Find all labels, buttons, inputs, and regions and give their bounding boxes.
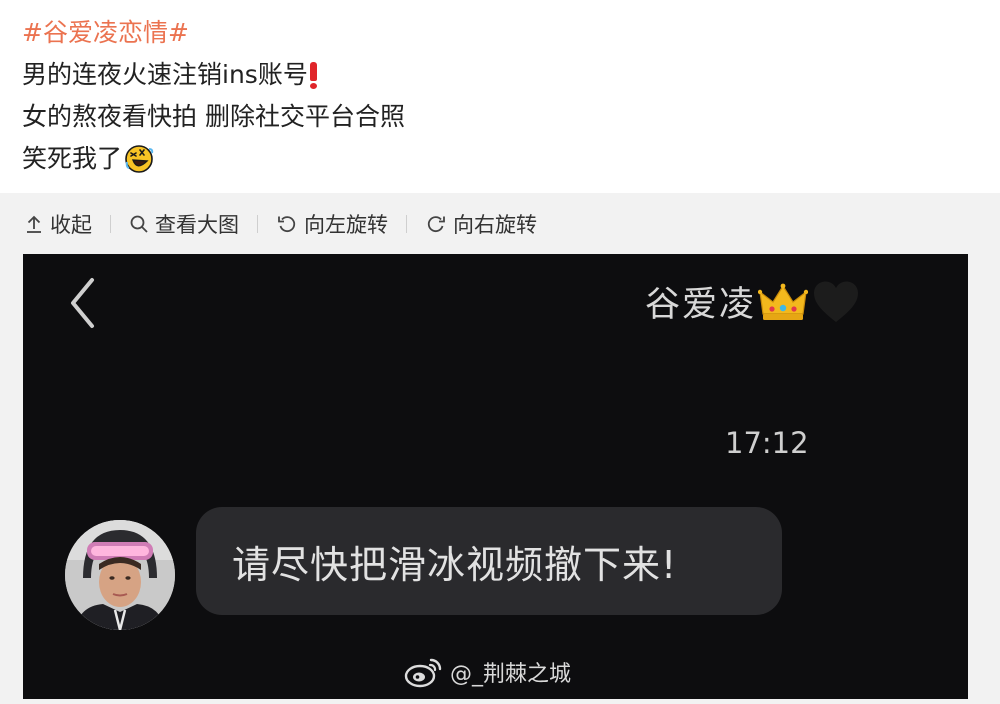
rotate-left-label: 向左旋转	[304, 213, 388, 237]
view-large-label: 查看大图	[155, 213, 239, 237]
collapse-label: 收起	[50, 213, 92, 237]
red-exclamation-icon	[309, 61, 317, 89]
collapse-button[interactable]: 收起	[24, 209, 92, 239]
toolbar-divider	[257, 215, 258, 233]
black-heart-icon	[814, 281, 859, 322]
toolbar-divider	[406, 215, 407, 233]
toolbar-divider	[110, 215, 111, 233]
message-bubble: 请尽快把滑冰视频撤下来!	[196, 507, 782, 615]
avatar	[65, 520, 175, 630]
rotate-left-icon	[278, 216, 296, 233]
post-line-3: 笑死我了	[22, 138, 405, 180]
message-text: 请尽快把滑冰视频撤下来!	[232, 542, 678, 587]
post-line-2: 女的熬夜看快拍 删除社交平台合照	[22, 96, 405, 138]
rotate-left-button[interactable]: 向左旋转	[276, 209, 388, 239]
weibo-logo-icon	[404, 658, 442, 688]
search-icon	[130, 215, 148, 233]
message-timestamp: 17:12	[725, 426, 809, 460]
post-text: #谷爱凌恋情# 男的连夜火速注销ins账号 女的熬夜看快拍 删除社交平台合照 笑…	[22, 12, 405, 180]
chat-screenshot-image[interactable]: 谷爱凌 17:12 请尽快把滑冰视频撤下来! @_荆棘之城	[23, 254, 968, 699]
post-line-hashtag: #谷爱凌恋情#	[22, 12, 405, 54]
chat-title: 谷爱凌	[645, 276, 860, 327]
rolling-laughing-emoji-icon	[124, 144, 154, 174]
back-arrow-icon	[67, 276, 97, 334]
upload-arrow-icon	[27, 215, 41, 233]
weibo-watermark: @_荆棘之城	[404, 656, 571, 688]
view-large-button[interactable]: 查看大图	[129, 209, 239, 239]
rotate-right-icon	[427, 216, 445, 233]
post-line-3-text: 笑死我了	[22, 144, 123, 173]
rotate-right-label: 向右旋转	[453, 213, 537, 237]
post-line-2-text: 女的熬夜看快拍 删除社交平台合照	[22, 102, 405, 131]
crown-icon	[758, 283, 809, 320]
rotate-right-button[interactable]: 向右旋转	[425, 209, 537, 239]
image-panel: 收起 查看大图 向左旋转 向右旋转 谷爱凌 17:12 请尽快把滑冰视频撤下来!…	[0, 193, 1000, 704]
watermark-text: @_荆棘之城	[450, 662, 572, 687]
post-line-1-text: 男的连夜火速注销ins账号	[22, 60, 308, 89]
image-toolbar: 收起 查看大图 向左旋转 向右旋转	[0, 193, 1000, 255]
chat-title-text: 谷爱凌	[645, 285, 757, 325]
post-line-1: 男的连夜火速注销ins账号	[22, 54, 405, 96]
hashtag-link[interactable]: #谷爱凌恋情#	[22, 13, 189, 53]
